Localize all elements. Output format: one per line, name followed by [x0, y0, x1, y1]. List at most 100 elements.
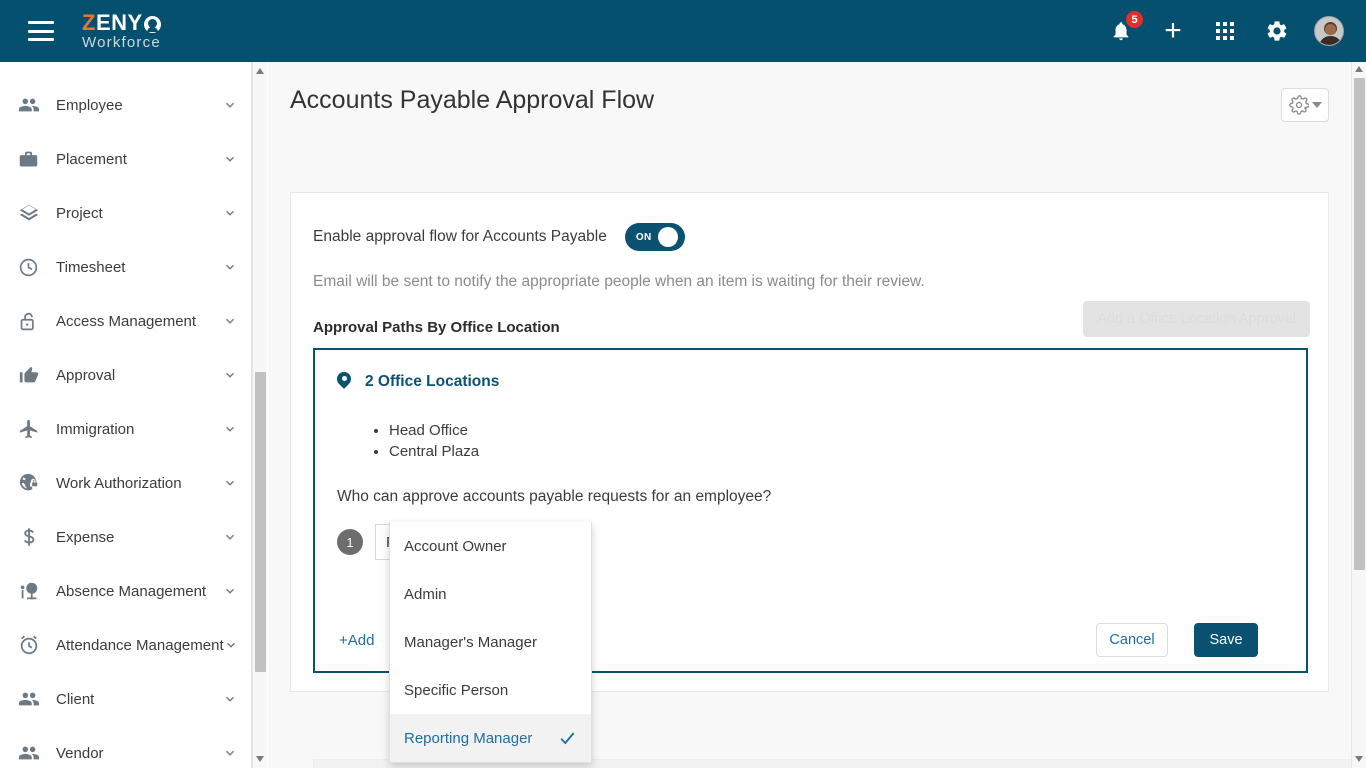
sidebar-item-label: Vendor — [56, 744, 104, 762]
sidebar-item-access-management[interactable]: Access Management — [0, 294, 251, 348]
grid-apps-icon — [1216, 22, 1234, 40]
dropdown-option-label: Manager's Manager — [404, 633, 537, 651]
thumbs-up-icon — [18, 364, 44, 386]
dropdown-option-label: Admin — [404, 585, 447, 603]
add-office-location-approval-button[interactable]: Add a Office Location Approval — [1083, 301, 1310, 337]
approver-question: Who can approve accounts payable request… — [337, 488, 772, 505]
sidebar-item-label: Immigration — [56, 420, 135, 438]
plus-icon: + — [1164, 14, 1182, 47]
cancel-button[interactable]: Cancel — [1096, 623, 1168, 657]
dropdown-option-reporting-manager[interactable]: Reporting Manager — [390, 714, 591, 762]
step-number-badge: 1 — [337, 529, 363, 555]
scroll-down-arrow-icon[interactable] — [1355, 756, 1363, 762]
enable-approval-toggle[interactable]: ON — [624, 223, 685, 251]
office-location-list: Head Office Central Plaza — [373, 420, 1306, 462]
people-icon — [18, 688, 44, 710]
sidebar-item-work-authorization[interactable]: Work Authorization — [0, 456, 251, 510]
sidebar-item-vendor[interactable]: Vendor — [0, 726, 251, 768]
page-settings-button[interactable] — [1281, 88, 1329, 122]
layers-icon — [18, 202, 44, 224]
chevron-down-icon — [223, 584, 237, 598]
page-title: Accounts Payable Approval Flow — [290, 86, 655, 114]
sidebar-item-expense[interactable]: Expense — [0, 510, 251, 564]
approval-hint-text: Email will be sent to notify the appropr… — [313, 273, 925, 290]
sidebar: Employee Placement Project Timesheet Acc… — [0, 62, 252, 768]
notification-count-badge: 5 — [1125, 10, 1144, 29]
hamburger-icon[interactable] — [28, 21, 54, 41]
chevron-down-icon — [1311, 102, 1322, 108]
gear-icon — [1288, 95, 1309, 115]
chevron-down-icon — [223, 746, 237, 760]
approver-dropdown-menu[interactable]: Account Owner Admin Manager's Manager Sp… — [389, 522, 592, 763]
sidebar-scrollbar-thumb[interactable] — [255, 372, 266, 672]
sidebar-item-absence-management[interactable]: Absence Management — [0, 564, 251, 618]
airplane-icon — [18, 418, 44, 440]
sidebar-item-approval[interactable]: Approval — [0, 348, 251, 402]
list-item: Head Office — [389, 420, 1306, 441]
sidebar-item-label: Timesheet — [56, 258, 126, 276]
sidebar-item-placement[interactable]: Placement — [0, 132, 251, 186]
sidebar-item-employee[interactable]: Employee — [0, 78, 251, 132]
scroll-down-arrow-icon[interactable] — [256, 756, 264, 762]
save-button[interactable]: Save — [1194, 623, 1258, 657]
chevron-down-icon — [223, 368, 237, 382]
clock-icon — [18, 257, 44, 278]
chevron-down-icon — [223, 260, 237, 274]
sidebar-item-project[interactable]: Project — [0, 186, 251, 240]
sidebar-scrollbar[interactable] — [252, 62, 267, 768]
chevron-down-icon — [223, 692, 237, 706]
gear-icon — [1267, 21, 1287, 41]
office-location-header: 2 Office Locations — [337, 372, 1306, 392]
chevron-down-icon — [223, 206, 237, 220]
alarm-clock-icon — [18, 634, 44, 656]
tree-person-icon — [18, 580, 44, 602]
notifications-button[interactable]: 5 — [1106, 10, 1144, 46]
topbar-actions: 5 + — [1106, 10, 1344, 46]
check-icon — [557, 728, 577, 748]
top-bar: Z ENY Workforce 5 + — [0, 0, 1366, 62]
sidebar-item-attendance-management[interactable]: Attendance Management — [0, 618, 251, 672]
sidebar-item-label: Client — [56, 690, 95, 708]
dropdown-option-admin[interactable]: Admin — [390, 570, 591, 618]
sidebar-item-client[interactable]: Client — [0, 672, 251, 726]
scroll-up-arrow-icon[interactable] — [256, 68, 264, 74]
chevron-down-icon — [223, 530, 237, 544]
user-avatar[interactable] — [1314, 16, 1344, 46]
sidebar-item-label: Access Management — [56, 312, 197, 330]
main-scrollbar[interactable] — [1351, 62, 1366, 768]
dropdown-option-account-owner[interactable]: Account Owner — [390, 522, 591, 570]
sidebar-item-immigration[interactable]: Immigration — [0, 402, 251, 456]
add-approver-link[interactable]: +Add — [339, 632, 374, 649]
sidebar-item-label: Expense — [56, 528, 115, 546]
apps-grid-button[interactable] — [1210, 16, 1240, 46]
toggle-state-label: ON — [635, 231, 652, 243]
logo-subtitle: Workforce — [82, 34, 161, 51]
dropdown-option-label: Reporting Manager — [404, 729, 533, 747]
sidebar-item-timesheet[interactable]: Timesheet — [0, 240, 251, 294]
lock-open-icon — [18, 311, 44, 332]
briefcase-icon — [18, 149, 44, 170]
sidebar-item-label: Approval — [56, 366, 116, 384]
chevron-down-icon — [223, 476, 237, 490]
logo-text-z: Z — [82, 10, 96, 35]
sidebar-item-label: Placement — [56, 150, 127, 168]
dropdown-option-label: Account Owner — [404, 537, 507, 555]
settings-button[interactable] — [1262, 16, 1292, 46]
sidebar-item-label: Absence Management — [56, 582, 207, 600]
office-location-title: 2 Office Locations — [365, 373, 500, 390]
enable-approval-label: Enable approval flow for Accounts Payabl… — [313, 228, 607, 245]
add-button[interactable]: + — [1158, 16, 1188, 46]
sidebar-item-label: Attendance Management — [56, 636, 224, 654]
sidebar-item-label: Employee — [56, 96, 123, 114]
main-scrollbar-thumb[interactable] — [1354, 78, 1365, 570]
dropdown-option-specific-person[interactable]: Specific Person — [390, 666, 591, 714]
toggle-knob — [657, 227, 678, 247]
app-logo[interactable]: Z ENY Workforce — [82, 12, 161, 50]
logo-person-mark-icon — [143, 15, 161, 33]
list-item: Central Plaza — [389, 441, 1306, 462]
scroll-up-arrow-icon[interactable] — [1355, 66, 1363, 72]
chevron-down-icon — [223, 152, 237, 166]
chevron-down-icon — [223, 422, 237, 436]
dropdown-option-managers-manager[interactable]: Manager's Manager — [390, 618, 591, 666]
sidebar-nav: Employee Placement Project Timesheet Acc… — [0, 62, 251, 768]
